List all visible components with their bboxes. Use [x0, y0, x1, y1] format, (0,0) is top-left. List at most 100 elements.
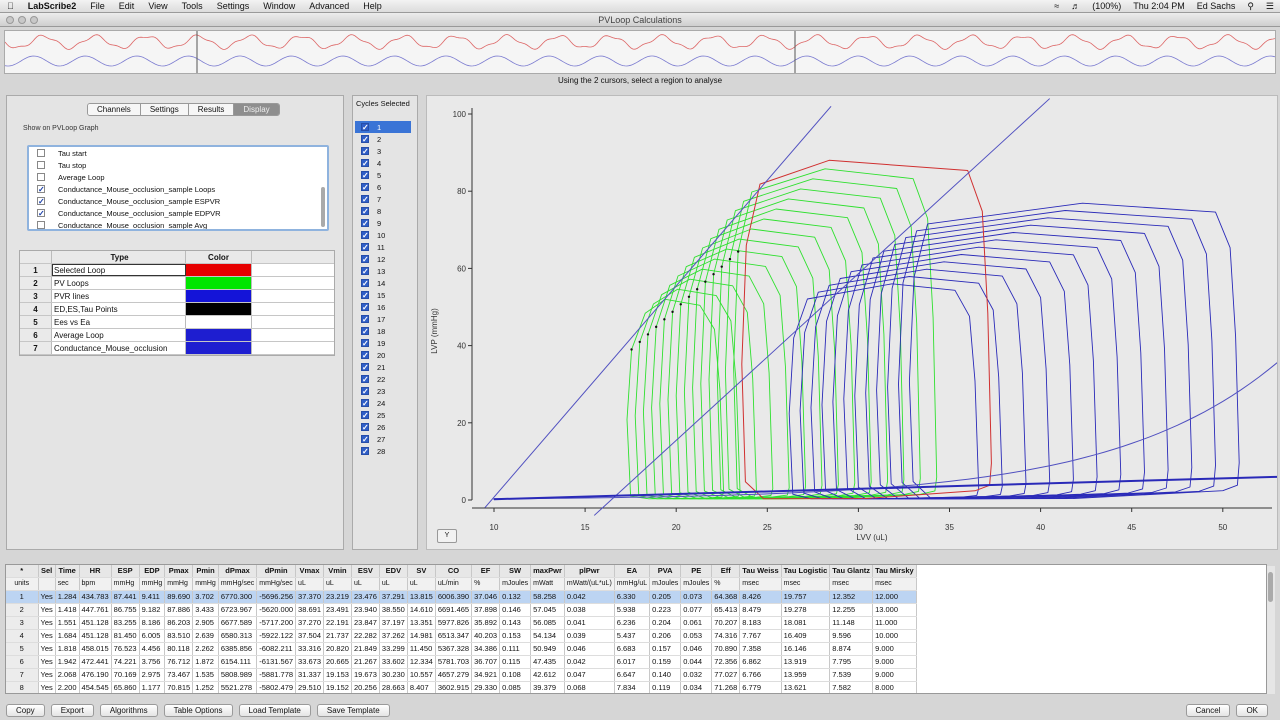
color-table-type[interactable]: PV Loops [52, 277, 186, 289]
table-row[interactable]: 7 Yes 2.068 476.190 70.169 2.975 73.467 1.535 58… [6, 668, 917, 683]
table-header-cell[interactable]: Vmin [323, 565, 352, 579]
table-row-cell[interactable]: 2.639 [192, 629, 219, 644]
cycle-item[interactable]: ✓ 4 [355, 157, 411, 169]
results-scrollbar[interactable] [1267, 566, 1275, 694]
table-row-cell[interactable]: 7 [6, 668, 39, 683]
cycle-item[interactable]: ✓ 6 [355, 181, 411, 193]
table-row-cell[interactable]: 7.834 [614, 681, 651, 693]
table-header-cell[interactable]: EF [471, 565, 501, 579]
copy-button[interactable]: Copy [6, 703, 45, 717]
table-row-cell[interactable]: 76.712 [164, 655, 194, 670]
table-header-cell[interactable]: SV [407, 565, 436, 579]
table-header-cell[interactable]: Tau Mirsky [872, 565, 917, 579]
table-row-cell[interactable]: 0.034 [680, 681, 713, 693]
cycle-checkbox[interactable]: ✓ [361, 147, 369, 156]
table-row-cell[interactable]: 5781.703 [435, 655, 473, 670]
table-row-cell[interactable]: 21.737 [323, 629, 352, 644]
table-row-cell[interactable]: 2.975 [139, 668, 166, 683]
table-row[interactable]: 8 Yes 2.200 454.545 65.860 1.177 70.815 1.252 55… [6, 681, 917, 693]
color-table-row[interactable]: 1 Selected Loop [20, 264, 334, 277]
table-row-cell[interactable]: 28.663 [379, 681, 408, 693]
table-row-cell[interactable]: Yes [38, 629, 56, 644]
table-row-cell[interactable]: 37.046 [471, 590, 501, 605]
table-row-cell[interactable]: 58.258 [530, 590, 565, 605]
table-row-cell[interactable]: 76.523 [111, 642, 140, 657]
table-row-cell[interactable]: 64.368 [711, 590, 741, 605]
table-row-cell[interactable]: 13.919 [781, 655, 831, 670]
cycle-checkbox[interactable]: ✓ [361, 315, 369, 324]
menu-file[interactable]: File [83, 1, 112, 11]
wifi-icon[interactable]: ≈ [1048, 1, 1065, 11]
table-row-cell[interactable]: 6006.390 [435, 590, 473, 605]
color-table-type[interactable]: Average Loop [52, 329, 186, 341]
table-row-cell[interactable]: 20.665 [323, 655, 352, 670]
cycle-item[interactable]: ✓ 27 [355, 433, 411, 445]
table-row-cell[interactable]: 14.610 [407, 603, 436, 618]
table-units-row-cell[interactable]: msec [872, 577, 917, 592]
checkbox[interactable] [37, 173, 45, 181]
table-row[interactable]: 1 Yes 1.284 434.783 87.441 9.411 89.690 3.702 67… [6, 590, 917, 605]
table-row-cell[interactable]: 3.756 [139, 655, 166, 670]
cycle-item[interactable]: ✓ 8 [355, 205, 411, 217]
table-header-cell[interactable]: Sel [38, 565, 56, 579]
table-row-cell[interactable]: 1.872 [192, 655, 219, 670]
table-units-row-cell[interactable]: mWatt/(uL*uL) [564, 577, 615, 592]
table-header-cell[interactable]: Tau Weiss [739, 565, 782, 579]
cycle-item[interactable]: ✓ 25 [355, 409, 411, 421]
table-row-cell[interactable]: 16.409 [781, 629, 831, 644]
table-row-cell[interactable]: 11.450 [407, 642, 436, 657]
table-row-cell[interactable]: 3602.915 [435, 681, 473, 693]
table-row-cell[interactable]: 19.757 [781, 590, 831, 605]
table-units-row-cell[interactable]: mmHg [192, 577, 219, 592]
color-table-row[interactable]: 5 Ees vs Ea [20, 316, 334, 329]
cycle-checkbox[interactable]: ✓ [361, 351, 369, 360]
table-row-cell[interactable]: 20.256 [351, 681, 380, 693]
cycle-item[interactable]: ✓ 11 [355, 241, 411, 253]
cycle-item[interactable]: ✓ 17 [355, 313, 411, 325]
table-units-row-cell[interactable]: mmHg/sec [256, 577, 297, 592]
table-row-cell[interactable]: 11.148 [829, 616, 874, 631]
color-table-type[interactable]: Conductance_Mouse_occlusion [52, 342, 186, 354]
table-row-cell[interactable]: 13.000 [872, 603, 917, 618]
table-row-cell[interactable]: 0.108 [499, 668, 532, 683]
color-table-type[interactable]: Selected Loop [52, 264, 186, 276]
table-row-cell[interactable]: 3 [6, 616, 39, 631]
table-row-cell[interactable]: 0.068 [564, 681, 615, 693]
table-units-row-cell[interactable]: mJoules [499, 577, 532, 592]
table-row-cell[interactable]: 0.061 [680, 616, 713, 631]
table-row-cell[interactable]: 0.044 [680, 655, 713, 670]
table-row-cell[interactable]: 71.268 [711, 681, 741, 693]
table-row-cell[interactable]: 80.118 [164, 642, 194, 657]
cycle-item[interactable]: ✓ 18 [355, 325, 411, 337]
menu-app-name[interactable]: LabScribe2 [21, 1, 84, 11]
table-row-cell[interactable]: 0.223 [649, 603, 682, 618]
menu-help[interactable]: Help [356, 1, 389, 11]
table-units-row-cell[interactable]: uL/min [435, 577, 473, 592]
table-row-cell[interactable]: 9.411 [139, 590, 166, 605]
table-row-cell[interactable]: 29.510 [295, 681, 324, 693]
table-row-cell[interactable]: 37.291 [379, 590, 408, 605]
table-row-cell[interactable]: 5521.278 [218, 681, 258, 693]
menu-advanced[interactable]: Advanced [302, 1, 356, 11]
table-header-cell[interactable]: Time [55, 565, 80, 579]
cycle-checkbox[interactable]: ✓ [361, 291, 369, 300]
table-row-cell[interactable]: 0.042 [564, 590, 615, 605]
table-row-cell[interactable]: 9.000 [872, 668, 917, 683]
table-row-cell[interactable]: 1 [6, 590, 39, 605]
table-units-row-cell[interactable]: mmHg/sec [218, 577, 258, 592]
table-options-button[interactable]: Table Options [163, 703, 233, 717]
table-row-cell[interactable]: 434.783 [79, 590, 112, 605]
table-row-cell[interactable]: Yes [38, 642, 56, 657]
table-row-cell[interactable]: 476.190 [79, 668, 112, 683]
table-row-cell[interactable]: 74.221 [111, 655, 140, 670]
table-header-cell[interactable]: Tau Glantz [829, 565, 874, 579]
checklist-scrollbar[interactable] [321, 187, 325, 227]
cycle-item[interactable]: ✓ 14 [355, 277, 411, 289]
table-header-cell[interactable]: maxPwr [530, 565, 565, 579]
y-axis-button[interactable]: Y [437, 529, 457, 543]
table-row-cell[interactable]: 14.981 [407, 629, 436, 644]
table-row-cell[interactable]: 37.898 [471, 603, 501, 618]
menu-window[interactable]: Window [256, 1, 302, 11]
table-row-cell[interactable]: 12.255 [829, 603, 874, 618]
table-units-row-cell[interactable]: mmHg [111, 577, 140, 592]
